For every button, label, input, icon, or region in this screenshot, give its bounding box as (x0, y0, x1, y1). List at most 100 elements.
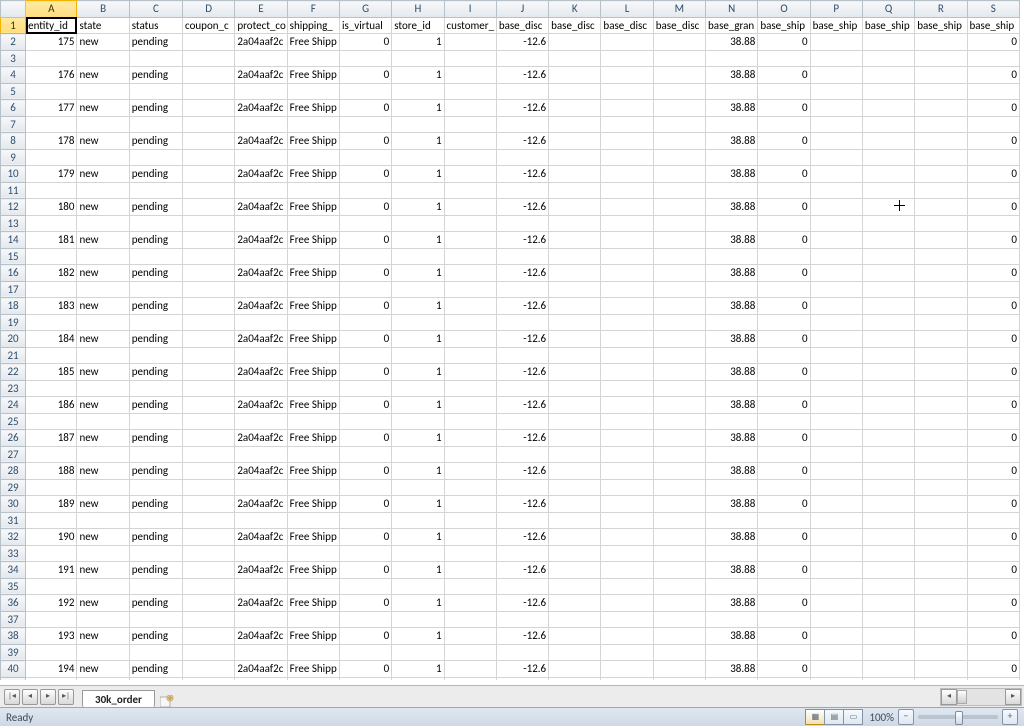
cell-B13[interactable] (77, 215, 129, 232)
cell-S17[interactable] (967, 281, 1020, 298)
cell-R13[interactable] (915, 215, 967, 232)
cell-R25[interactable] (915, 413, 967, 430)
cell-L25[interactable] (601, 413, 653, 430)
cell-H26[interactable]: 1 (392, 430, 444, 447)
cell-L38[interactable] (601, 628, 653, 645)
cell-P5[interactable] (810, 83, 862, 100)
cell-I7[interactable] (444, 116, 496, 133)
cell-M27[interactable] (653, 446, 705, 463)
cell-P24[interactable] (810, 397, 862, 414)
cell-G30[interactable]: 0 (339, 496, 391, 513)
cell-G24[interactable]: 0 (339, 397, 391, 414)
cell-S26[interactable]: 0 (967, 430, 1020, 447)
cell-S7[interactable] (967, 116, 1020, 133)
row-header-37[interactable]: 37 (1, 611, 26, 628)
cell-L8[interactable] (601, 133, 653, 150)
cell-B31[interactable] (77, 512, 129, 529)
cell-P4[interactable] (810, 67, 862, 84)
cell-F21[interactable] (287, 347, 339, 364)
cell-A25[interactable] (26, 413, 77, 430)
cell-P16[interactable] (810, 265, 862, 282)
cell-M7[interactable] (653, 116, 705, 133)
cell-D28[interactable] (183, 463, 235, 480)
cell-O2[interactable]: 0 (758, 34, 810, 51)
cell-D35[interactable] (183, 578, 235, 595)
cell-C39[interactable] (129, 644, 182, 661)
cell-E10[interactable]: 2a04aaf2c (235, 166, 287, 183)
cell-J35[interactable] (496, 578, 548, 595)
cell-R29[interactable] (915, 479, 967, 496)
cell-J9[interactable] (496, 149, 548, 166)
cell-H4[interactable]: 1 (392, 67, 444, 84)
cell-D40[interactable] (183, 661, 235, 678)
cell-O6[interactable]: 0 (758, 100, 810, 117)
cell-S2[interactable]: 0 (967, 34, 1020, 51)
cell-N4[interactable]: 38.88 (706, 67, 758, 84)
cell-Q40[interactable] (862, 661, 914, 678)
cell-G13[interactable] (339, 215, 391, 232)
cell-E15[interactable] (235, 248, 287, 265)
cell-F22[interactable]: Free Shipp (287, 364, 339, 381)
cell-O14[interactable]: 0 (758, 232, 810, 249)
cell-K37[interactable] (549, 611, 601, 628)
cell-A40[interactable]: 194 (26, 661, 77, 678)
cell-E39[interactable] (235, 644, 287, 661)
cell-J22[interactable]: -12.6 (496, 364, 548, 381)
cell-I38[interactable] (444, 628, 496, 645)
cell-D13[interactable] (183, 215, 235, 232)
cell-R38[interactable] (915, 628, 967, 645)
cell-J5[interactable] (496, 83, 548, 100)
cell-P40[interactable] (810, 661, 862, 678)
cell-F24[interactable]: Free Shipp (287, 397, 339, 414)
cell-P6[interactable] (810, 100, 862, 117)
cell-H17[interactable] (392, 281, 444, 298)
cell-J16[interactable]: -12.6 (496, 265, 548, 282)
cell-P29[interactable] (810, 479, 862, 496)
cell-J12[interactable]: -12.6 (496, 199, 548, 216)
cell-S41[interactable] (967, 677, 1020, 680)
col-header-E[interactable]: E (235, 1, 287, 18)
cell-J24[interactable]: -12.6 (496, 397, 548, 414)
cell-L33[interactable] (601, 545, 653, 562)
cell-O8[interactable]: 0 (758, 133, 810, 150)
cell-S20[interactable]: 0 (967, 331, 1020, 348)
cell-B22[interactable]: new (77, 364, 129, 381)
cell-M13[interactable] (653, 215, 705, 232)
row-header-20[interactable]: 20 (1, 331, 26, 348)
cell-K6[interactable] (549, 100, 601, 117)
cell-I34[interactable] (444, 562, 496, 579)
cell-O3[interactable] (758, 50, 810, 67)
cell-C14[interactable]: pending (129, 232, 182, 249)
row-header-26[interactable]: 26 (1, 430, 26, 447)
cell-A31[interactable] (26, 512, 77, 529)
cell-C21[interactable] (129, 347, 182, 364)
cell-P34[interactable] (810, 562, 862, 579)
cell-B5[interactable] (77, 83, 129, 100)
cell-D4[interactable] (183, 67, 235, 84)
cell-Q39[interactable] (862, 644, 914, 661)
cell-R21[interactable] (915, 347, 967, 364)
cell-R26[interactable] (915, 430, 967, 447)
cell-J27[interactable] (496, 446, 548, 463)
cell-B20[interactable]: new (77, 331, 129, 348)
cell-O18[interactable]: 0 (758, 298, 810, 315)
cell-D30[interactable] (183, 496, 235, 513)
cell-M22[interactable] (653, 364, 705, 381)
cell-J21[interactable] (496, 347, 548, 364)
cell-P30[interactable] (810, 496, 862, 513)
cell-H34[interactable]: 1 (392, 562, 444, 579)
cell-D19[interactable] (183, 314, 235, 331)
cell-C25[interactable] (129, 413, 182, 430)
cell-R23[interactable] (915, 380, 967, 397)
cell-Q21[interactable] (862, 347, 914, 364)
cell-R5[interactable] (915, 83, 967, 100)
cell-E3[interactable] (235, 50, 287, 67)
col-header-R[interactable]: R (915, 1, 967, 18)
cell-B12[interactable]: new (77, 199, 129, 216)
cell-M17[interactable] (653, 281, 705, 298)
cell-S10[interactable]: 0 (967, 166, 1020, 183)
cell-B10[interactable]: new (77, 166, 129, 183)
cell-O4[interactable]: 0 (758, 67, 810, 84)
row-header-25[interactable]: 25 (1, 413, 26, 430)
cell-K10[interactable] (549, 166, 601, 183)
